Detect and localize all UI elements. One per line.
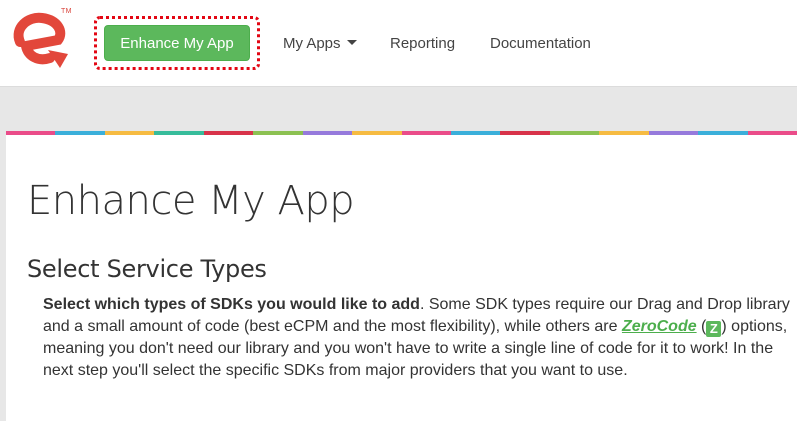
stripe-segment <box>154 131 204 135</box>
stripe-segment <box>352 131 402 135</box>
nav-documentation-link[interactable]: Documentation <box>490 35 591 52</box>
caret-down-icon <box>346 39 357 45</box>
stripe-segment <box>55 131 105 135</box>
nav-reporting-link[interactable]: Reporting <box>390 35 455 52</box>
section-title: Select Service Types <box>27 255 267 283</box>
stripe-segment <box>648 131 699 135</box>
stripe-segment <box>450 131 501 135</box>
stripe-segment <box>6 131 56 135</box>
description-lead: Select which types of SDKs you would lik… <box>43 296 420 313</box>
nav-my-apps-dropdown[interactable]: My Apps <box>283 35 357 52</box>
e-logo-icon[interactable] <box>8 12 74 74</box>
color-stripe <box>6 131 797 135</box>
page-title: Enhance My App <box>27 178 355 224</box>
stripe-segment <box>549 131 600 135</box>
stripe-segment <box>104 131 155 135</box>
zerocode-link[interactable]: ZeroCode <box>622 318 697 335</box>
stripe-segment <box>698 131 748 135</box>
nav-my-apps-label: My Apps <box>283 35 341 52</box>
stripe-segment <box>401 131 451 135</box>
stripe-segment <box>599 131 649 135</box>
stripe-segment <box>203 131 254 135</box>
service-types-description: Select which types of SDKs you would lik… <box>43 294 793 382</box>
description-open-paren: ( <box>696 318 707 335</box>
trademark-label: TM <box>61 8 72 15</box>
stripe-segment <box>302 131 353 135</box>
zerocode-badge-icon: Z <box>706 321 722 337</box>
stripe-segment <box>500 131 550 135</box>
stripe-segment <box>747 131 797 135</box>
stripe-segment <box>253 131 303 135</box>
top-navbar: TM Enhance My App My Apps Reporting Docu… <box>0 0 797 87</box>
enhance-my-app-button[interactable]: Enhance My App <box>104 25 250 61</box>
content-card: Enhance My App Select Service Types Sele… <box>6 131 797 421</box>
